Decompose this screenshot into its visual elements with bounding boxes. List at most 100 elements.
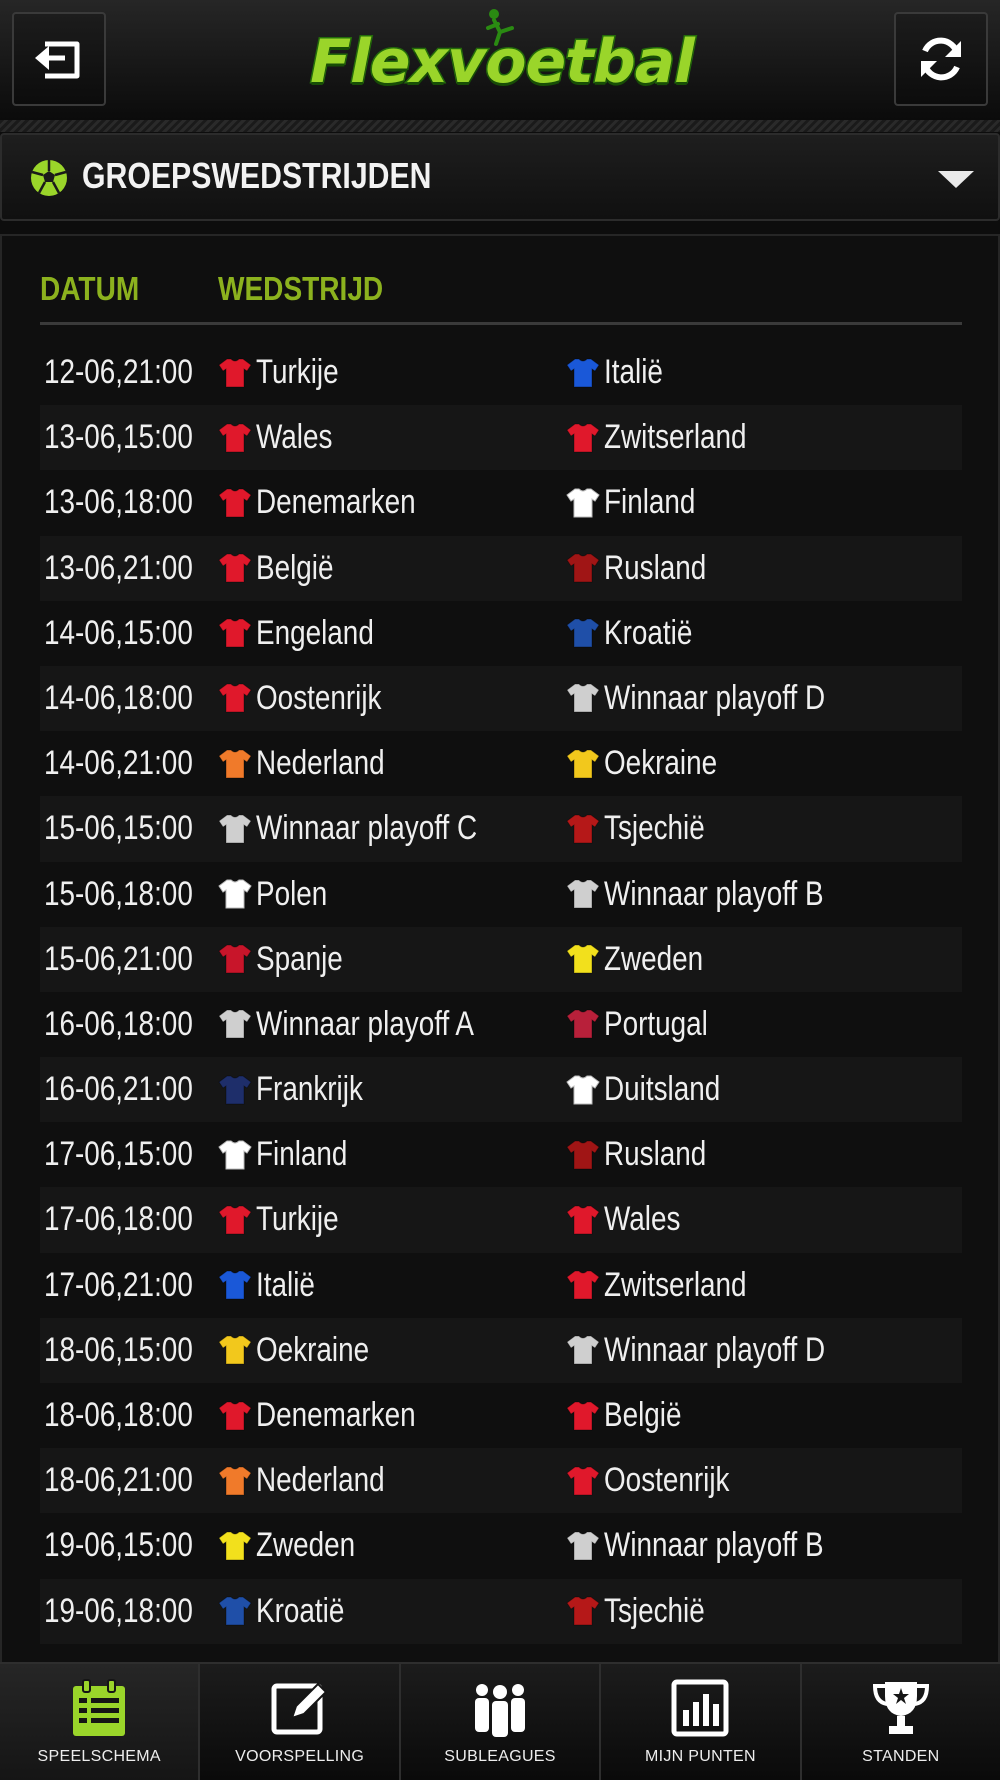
match-row[interactable]: 12-06,21:00 Turkije Italië [40, 340, 962, 405]
away-team-name: Winnaar playoff D [604, 678, 826, 717]
back-button[interactable] [12, 12, 106, 106]
match-row[interactable]: 15-06,15:00 Winnaar playoff C Tsjechië [40, 796, 962, 862]
home-team-name: Nederland [256, 1461, 385, 1500]
caret-down-icon[interactable] [938, 171, 974, 188]
nav-label: MIJN PUNTEN [644, 1748, 756, 1765]
match-date: 14-06,15:00 [44, 613, 193, 652]
shirt-icon [566, 1075, 600, 1105]
shirt-icon [566, 423, 600, 453]
group-icon [475, 1684, 526, 1737]
shirt-icon [566, 1205, 600, 1235]
away-team: Tsjechië [566, 1579, 727, 1644]
away-team-name: Duitsland [604, 1070, 721, 1109]
home-team: Spanje [218, 927, 362, 992]
shirt-icon [218, 1270, 252, 1300]
trophy-icon [872, 1682, 929, 1734]
match-row[interactable]: 18-06,15:00 Oekraine Winnaar playoff D [40, 1317, 962, 1383]
home-team-name: Nederland [256, 744, 385, 783]
match-date: 15-06,21:00 [44, 939, 193, 978]
match-row[interactable]: 14-06,18:00 Oostenrijk Winnaar playoff D [40, 665, 962, 732]
match-row[interactable]: 19-06,18:00 Kroatië Tsjechië [40, 1578, 962, 1644]
shirt-icon [566, 1009, 600, 1039]
match-row[interactable]: 15-06,18:00 Polen Winnaar playoff B [40, 862, 962, 927]
nav-item-subleagues[interactable]: SUBLEAGUES [400, 1664, 602, 1780]
match-row[interactable]: 18-06,18:00 Denemarken België [40, 1383, 962, 1448]
away-team-name: Zweden [604, 939, 704, 978]
match-row[interactable]: 13-06,18:00 Denemarken Finland [40, 470, 962, 535]
shirt-icon [566, 1140, 600, 1170]
match-date: 15-06,15:00 [44, 809, 193, 848]
column-header-match: WEDSTRIJD [218, 270, 384, 307]
match-row[interactable]: 13-06,21:00 België Rusland [40, 535, 962, 601]
home-team: Kroatië [218, 1579, 364, 1644]
bottom-navigation: SPEELSCHEMA VOORSPELLING SUBLEAGUES MIJN… [0, 1662, 1000, 1780]
shirt-icon [566, 814, 600, 844]
nav-item-speelschema[interactable]: SPEELSCHEMA [0, 1664, 201, 1780]
nav-item-standen[interactable]: STANDEN [801, 1664, 1000, 1780]
match-date: 13-06,15:00 [44, 418, 193, 457]
match-row[interactable]: 16-06,18:00 Winnaar playoff A Portugal [40, 992, 962, 1057]
shirt-icon [218, 1009, 252, 1039]
home-team-name: Polen [256, 874, 328, 913]
match-row[interactable]: 14-06,21:00 Nederland Oekraine [40, 731, 962, 796]
match-list: 12-06,21:00 Turkije Italië 13-06,15:00 Wales… [40, 340, 962, 1644]
shirt-icon [218, 1140, 252, 1170]
header-divider-line [40, 322, 962, 325]
match-date: 14-06,18:00 [44, 678, 193, 717]
refresh-icon [921, 37, 961, 81]
home-team-name: Engeland [256, 613, 374, 652]
home-team-name: Zweden [256, 1526, 356, 1565]
match-row[interactable]: 13-06,15:00 Wales Zwitserland [40, 405, 962, 471]
home-team: Nederland [218, 1448, 413, 1513]
match-row[interactable]: 19-06,15:00 Zweden Winnaar playoff B [40, 1513, 962, 1578]
app-logo: Flexvoetbal [309, 9, 696, 102]
away-team-name: België [604, 1396, 682, 1434]
away-team-name: Wales [604, 1200, 681, 1239]
match-row[interactable]: 16-06,21:00 Frankrijk Duitsland [40, 1057, 962, 1123]
home-team-name: Oostenrijk [256, 678, 382, 717]
nav-label: STANDEN [862, 1748, 940, 1765]
away-team: Winnaar playoff D [566, 666, 874, 731]
away-team: Zwitserland [566, 405, 778, 470]
match-row[interactable]: 17-06,18:00 Turkije Wales [40, 1187, 962, 1253]
shirt-icon [566, 1335, 600, 1365]
home-team-name: Winnaar playoff A [256, 1004, 475, 1043]
away-team: Rusland [566, 1122, 729, 1187]
match-row[interactable]: 17-06,15:00 Finland Rusland [40, 1122, 962, 1187]
refresh-button[interactable] [894, 12, 988, 106]
match-row[interactable]: 18-06,21:00 Nederland Oostenrijk [40, 1448, 962, 1514]
home-team: Italië [218, 1253, 328, 1318]
away-team-name: Tsjechië [604, 809, 705, 848]
away-team: Oekraine [566, 731, 742, 796]
home-team-name: Wales [256, 418, 333, 457]
away-team: Tsjechië [566, 796, 727, 861]
home-team: België [218, 536, 351, 601]
nav-item-voorspelling[interactable]: VOORSPELLING [200, 1664, 401, 1780]
home-team: Oekraine [218, 1318, 394, 1383]
match-row[interactable]: 17-06,21:00 Italië Zwitserland [40, 1253, 962, 1318]
away-team: Finland [566, 470, 716, 535]
shirt-icon [218, 1596, 252, 1626]
away-team: Zwitserland [566, 1253, 778, 1318]
match-row[interactable]: 14-06,15:00 Engeland Kroatië [40, 601, 962, 666]
away-team-name: Finland [604, 483, 696, 522]
match-date: 19-06,18:00 [44, 1591, 193, 1630]
shirt-icon [566, 1466, 600, 1496]
nav-item-mijn-punten[interactable]: MIJN PUNTEN [601, 1664, 802, 1780]
edit-icon [271, 1682, 328, 1735]
match-date: 18-06,18:00 [44, 1396, 193, 1434]
shirt-icon [566, 1270, 600, 1300]
match-row[interactable]: 15-06,21:00 Spanje Zweden [40, 926, 962, 992]
home-team-name: Kroatië [256, 1591, 345, 1630]
home-team-name: Spanje [256, 939, 343, 978]
match-date: 15-06,18:00 [44, 874, 193, 913]
home-team-name: Turkije [256, 1200, 339, 1239]
shirt-icon [218, 749, 252, 779]
home-team: Turkije [218, 340, 357, 405]
group-matches-dropdown[interactable]: GROEPSWEDSTRIJDEN [0, 133, 1000, 221]
bar-chart-icon [671, 1679, 729, 1737]
home-team: Oostenrijk [218, 666, 409, 731]
away-team: België [566, 1383, 699, 1448]
home-team: Denemarken [218, 1383, 451, 1448]
home-team-name: Frankrijk [256, 1070, 363, 1109]
